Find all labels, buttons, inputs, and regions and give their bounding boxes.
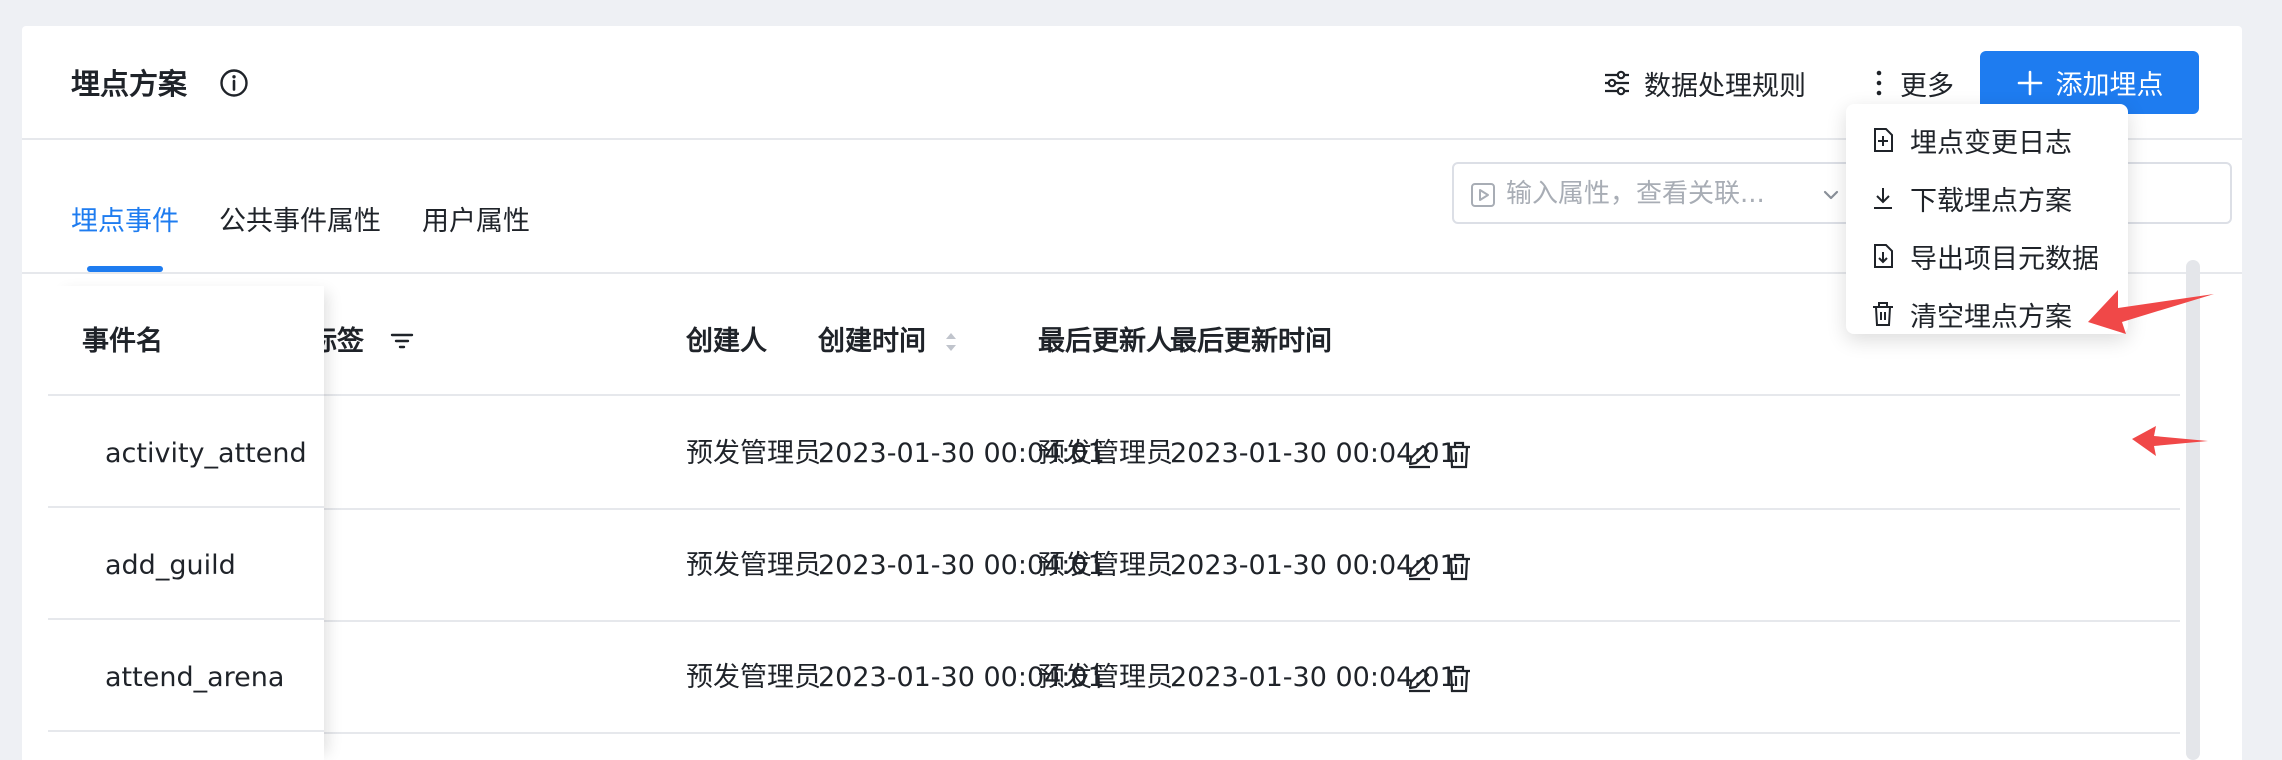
edit-icon[interactable] [1404,664,1434,694]
table-row: 预发管理员 2023-01-30 00:04:01 预发管理员 2023-01-… [48,510,2180,622]
delete-icon[interactable] [1444,552,1474,582]
creator-cell: 预发管理员 [686,662,821,693]
info-icon[interactable] [218,67,250,99]
updated-at-column-header: 最后更新时间 [1170,326,1332,357]
sliders-icon [1605,70,1629,96]
divider [48,618,324,620]
more-label: 更多 [1900,70,1954,102]
data-rules-button[interactable]: 数据处理规则 [1602,60,1806,106]
menu-item-change-log[interactable]: 埋点变更日志 [1870,120,2072,160]
updater-column-header: 最后更新人 [1038,326,1173,357]
export-icon [1874,244,1893,268]
divider [48,730,324,732]
creator-cell: 预发管理员 [686,550,821,581]
delete-icon[interactable] [1444,664,1474,694]
updater-cell: 预发管理员 [1038,662,1173,693]
annotation-arrow-icon [2132,426,2208,456]
updater-cell: 预发管理员 [1038,438,1173,469]
menu-item-label: 清空埋点方案 [1910,301,2072,333]
menu-item-export-metadata[interactable]: 导出项目元数据 [1870,236,2099,276]
add-event-label: 添加埋点 [2055,70,2164,101]
tab-common-props[interactable]: 公共事件属性 [219,202,381,242]
plus-icon [2017,70,2042,95]
created-at-header-label: 创建时间 [818,326,926,357]
filter-icon[interactable] [389,328,415,354]
menu-item-clear-plan[interactable]: 清空埋点方案 [1870,294,2072,334]
table-row: 预发管理员 2023-01-30 00:04:01 预发管理员 2023-01-… [48,622,2180,734]
active-tab-indicator [87,266,163,272]
event-name-cell: add_guild [105,550,236,581]
divider [48,506,324,508]
page-title: 埋点方案 [71,67,188,101]
file-add-icon [1874,128,1893,152]
trash-icon [1873,302,1893,326]
download-icon [1874,188,1892,209]
creator-column-header: 创建人 [686,326,767,357]
creator-cell: 预发管理员 [686,438,821,469]
chevron-down-icon [1823,190,1839,200]
more-vertical-icon [1876,70,1882,96]
data-rules-label: 数据处理规则 [1644,70,1806,102]
menu-item-download[interactable]: 下载埋点方案 [1870,178,2072,218]
event-name-column-header: 事件名 [82,326,163,357]
delete-icon[interactable] [1444,440,1474,470]
edit-icon[interactable] [1404,552,1434,582]
menu-item-label: 导出项目元数据 [1910,243,2099,275]
event-name-column: 事件名 activity_attend add_guild attend_are… [48,286,324,760]
table-row: 预发管理员 2023-01-30 00:04:01 预发管理员 2023-01-… [48,398,2180,510]
annotation-arrow-icon [2088,290,2214,334]
updater-cell: 预发管理员 [1038,550,1173,581]
property-select-placeholder: 输入属性，查看关联... [1506,179,1765,209]
property-icon [1471,183,1495,207]
edit-icon[interactable] [1404,440,1434,470]
event-name-cell: activity_attend [105,438,307,469]
event-name-cell: attend_arena [105,662,285,693]
sort-icon[interactable] [943,328,959,356]
tags-column-header: 标签 [310,322,415,362]
tab-user-props[interactable]: 用户属性 [422,202,530,242]
menu-item-label: 下载埋点方案 [1910,185,2072,217]
divider [48,394,324,396]
more-button[interactable]: 更多 [1874,60,1954,106]
menu-item-label: 埋点变更日志 [1910,127,2072,159]
created-at-column-header[interactable]: 创建时间 [818,322,959,362]
tab-events[interactable]: 埋点事件 [71,202,179,242]
